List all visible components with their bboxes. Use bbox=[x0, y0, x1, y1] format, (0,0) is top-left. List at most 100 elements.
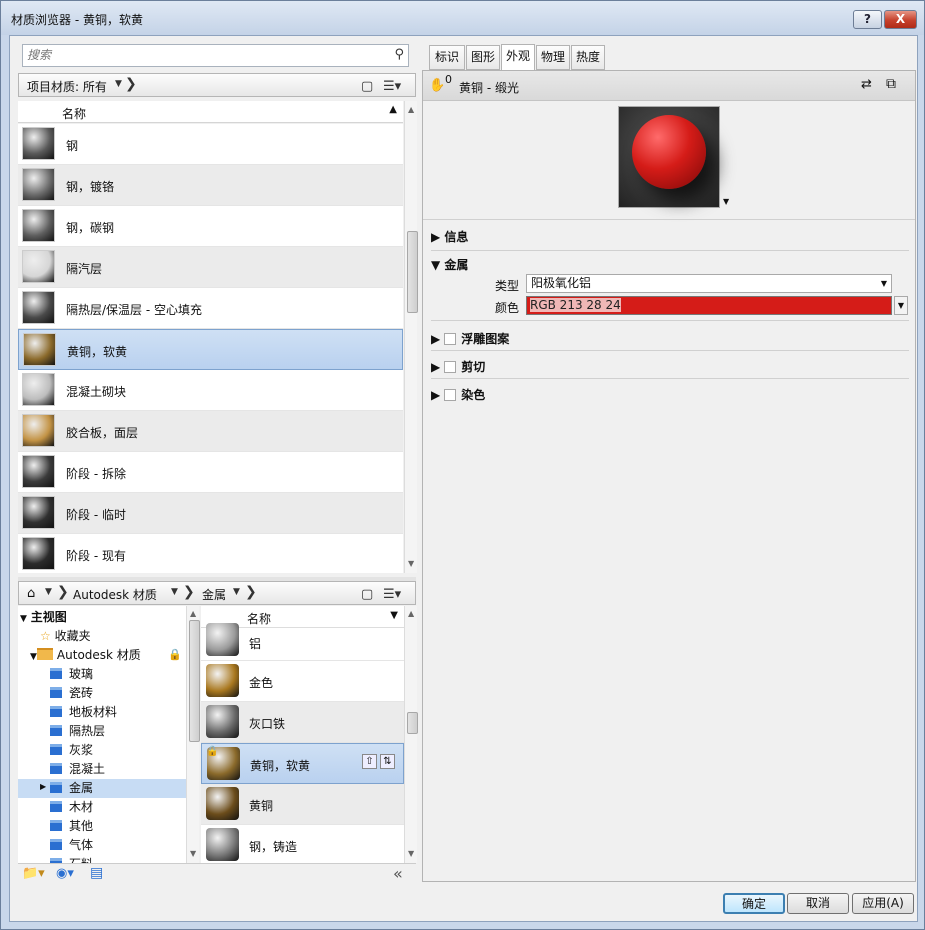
tab-4[interactable]: 热度 bbox=[571, 45, 605, 70]
filter-dropdown-icon[interactable]: ▼ bbox=[115, 79, 122, 89]
section-tint[interactable]: ▶ 染色 bbox=[431, 386, 485, 403]
category-dropdown-icon[interactable]: ▼ bbox=[233, 587, 240, 597]
tree-category[interactable]: 气体 bbox=[18, 836, 186, 855]
view-options-icon[interactable]: ☰▾ bbox=[383, 587, 401, 602]
list-item[interactable]: 阶段 - 临时 bbox=[18, 493, 403, 534]
list-item[interactable]: 黄铜，软黄 bbox=[18, 329, 403, 370]
scroll-down-icon[interactable]: ▼ bbox=[408, 849, 414, 858]
scrollbar-thumb[interactable] bbox=[407, 231, 418, 313]
tree-category[interactable]: 木材 bbox=[18, 798, 186, 817]
project-list-scrollbar[interactable]: ▲ ▼ bbox=[404, 101, 418, 573]
list-item[interactable]: 钢 bbox=[18, 124, 403, 165]
list-item[interactable]: 钢，镀铬 bbox=[18, 165, 403, 206]
scrollbar-thumb[interactable] bbox=[407, 712, 418, 734]
list-item[interactable]: 隔热层/保温层 - 空心填充 bbox=[18, 288, 403, 329]
chevron-down-icon[interactable]: ▼ bbox=[881, 275, 887, 292]
tab-0[interactable]: 标识 bbox=[429, 45, 465, 70]
emboss-checkbox[interactable] bbox=[444, 333, 457, 345]
cutout-checkbox[interactable] bbox=[444, 361, 457, 373]
duplicate-asset-icon[interactable]: ⧉ bbox=[886, 76, 896, 92]
title-bar[interactable]: 材质浏览器 - 黄铜，软黄 ? X bbox=[1, 1, 924, 35]
search-input[interactable] bbox=[23, 45, 383, 65]
replace-asset-icon[interactable]: ⇄ bbox=[861, 77, 872, 92]
tree-category[interactable]: 玻璃 bbox=[18, 665, 186, 684]
list-item[interactable]: 金色 bbox=[201, 661, 404, 702]
name-column-header[interactable]: 名称 bbox=[247, 610, 271, 627]
manage-library-icon[interactable]: 📁▾ bbox=[22, 866, 45, 881]
scroll-up-icon[interactable]: ▲ bbox=[408, 105, 414, 114]
expand-arrow-icon[interactable]: ▶ bbox=[431, 388, 440, 402]
expand-arrow-icon[interactable]: ▶ bbox=[431, 230, 440, 244]
add-to-document-icon[interactable]: ⇧ bbox=[362, 754, 377, 769]
list-item[interactable]: 黄铜 bbox=[201, 784, 404, 825]
apply-button[interactable]: 应用(A) bbox=[852, 893, 914, 914]
tree-category[interactable]: 其他 bbox=[18, 817, 186, 836]
collapse-arrow-icon[interactable]: ▼ bbox=[30, 652, 37, 662]
preview-options-icon[interactable]: ▼ bbox=[723, 197, 729, 206]
tree-category[interactable]: 隔热层 bbox=[18, 722, 186, 741]
expand-arrow-icon[interactable]: ▶ bbox=[431, 332, 440, 346]
list-item[interactable]: 混凝土砌块 bbox=[18, 370, 403, 411]
project-filter-label[interactable]: 项目材质: 所有 bbox=[27, 78, 107, 95]
toggle-panel-icon[interactable]: ▢ bbox=[361, 79, 373, 94]
sort-ascending-icon[interactable]: ▲ bbox=[389, 104, 397, 115]
section-cutout[interactable]: ▶ 剪切 bbox=[431, 358, 485, 375]
ok-button[interactable]: 确定 bbox=[723, 893, 785, 914]
tab-2[interactable]: 外观 bbox=[501, 44, 535, 71]
scroll-up-icon[interactable]: ▲ bbox=[408, 609, 414, 618]
help-button[interactable]: ? bbox=[853, 10, 882, 29]
list-item[interactable]: 灰口铁 bbox=[201, 702, 404, 743]
scroll-down-icon[interactable]: ▼ bbox=[408, 559, 414, 568]
name-column-header[interactable]: 名称 bbox=[62, 105, 86, 122]
view-options-icon[interactable]: ☰▾ bbox=[383, 79, 401, 94]
scroll-down-icon[interactable]: ▼ bbox=[190, 849, 196, 858]
project-list-header[interactable]: 名称 ▲ bbox=[18, 101, 403, 123]
tree-category[interactable]: 瓷砖 bbox=[18, 684, 186, 703]
library-list-scrollbar[interactable]: ▲ ▼ bbox=[404, 606, 418, 863]
library-root-crumb[interactable]: Autodesk 材质 bbox=[73, 586, 157, 603]
expand-arrow-icon[interactable]: ▶ bbox=[40, 782, 46, 791]
section-info[interactable]: ▶ 信息 bbox=[431, 228, 468, 245]
sort-descending-icon[interactable]: ▼ bbox=[390, 610, 398, 621]
library-dropdown-icon[interactable]: ▼ bbox=[171, 587, 178, 597]
list-item[interactable]: 黄铜，软黄 🔒 ⇧ ⇅ bbox=[201, 743, 404, 784]
tint-checkbox[interactable] bbox=[444, 389, 457, 401]
collapse-arrow-icon[interactable]: ▼ bbox=[431, 258, 440, 272]
list-item[interactable]: 隔汽层 bbox=[18, 247, 403, 288]
home-dropdown-icon[interactable]: ▼ bbox=[45, 587, 52, 597]
library-child-crumb[interactable]: 金属 bbox=[202, 586, 226, 603]
scroll-up-icon[interactable]: ▲ bbox=[190, 609, 196, 618]
toggle-panel-icon[interactable]: ▢ bbox=[361, 587, 373, 602]
tree-category[interactable]: 石料 bbox=[18, 855, 186, 863]
tree-favorites[interactable]: ☆ 收藏夹 bbox=[18, 627, 186, 646]
search-icon[interactable]: ⚲ bbox=[394, 47, 404, 62]
list-item[interactable]: 阶段 - 现有 bbox=[18, 534, 403, 573]
section-metal[interactable]: ▼ 金属 bbox=[431, 256, 468, 273]
tree-category[interactable]: 地板材料 bbox=[18, 703, 186, 722]
color-dropdown-button[interactable]: ▼ bbox=[894, 296, 908, 315]
create-material-icon[interactable]: ◉▾ bbox=[56, 866, 74, 881]
home-icon[interactable]: ⌂ bbox=[27, 586, 35, 601]
list-item[interactable]: 钢，铸造 bbox=[201, 825, 404, 863]
tab-1[interactable]: 图形 bbox=[466, 45, 500, 70]
material-preview[interactable] bbox=[618, 106, 720, 208]
tree-category[interactable]: ▶ 金属 bbox=[18, 779, 186, 798]
close-button[interactable]: X bbox=[884, 10, 917, 29]
type-select[interactable]: 阳极氧化铝 ▼ bbox=[526, 274, 892, 293]
tree-category[interactable]: 灰浆 bbox=[18, 741, 186, 760]
list-item[interactable]: 阶段 - 拆除 bbox=[18, 452, 403, 493]
section-emboss[interactable]: ▶ 浮雕图案 bbox=[431, 330, 509, 347]
replace-material-icon[interactable]: ⇅ bbox=[380, 754, 395, 769]
search-box[interactable]: ⚲ bbox=[22, 44, 409, 67]
collapse-arrow-icon[interactable]: ▼ bbox=[20, 614, 27, 624]
cancel-button[interactable]: 取消 bbox=[787, 893, 849, 914]
scrollbar-thumb[interactable] bbox=[189, 620, 200, 742]
list-item[interactable]: 钢，碳钢 bbox=[18, 206, 403, 247]
tree-home[interactable]: ▼ 主视图 bbox=[18, 608, 186, 627]
tree-scrollbar[interactable]: ▲ ▼ bbox=[186, 606, 200, 863]
color-swatch-field[interactable]: RGB 213 28 24 bbox=[526, 296, 892, 315]
tree-library[interactable]: ▼ Autodesk 材质 🔒 bbox=[18, 646, 186, 665]
list-item[interactable]: 胶合板，面层 bbox=[18, 411, 403, 452]
list-item[interactable]: 铝 bbox=[201, 623, 404, 661]
tab-3[interactable]: 物理 bbox=[536, 45, 570, 70]
